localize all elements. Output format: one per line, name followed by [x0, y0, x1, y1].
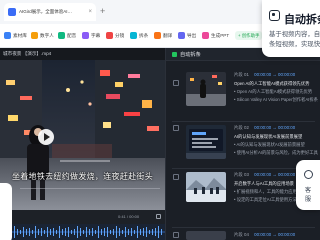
video-subtitle: 坐着地铁去纽约做发烧，连夜赶赴街头	[11, 172, 154, 181]
toolbar-item-split[interactable]: 拆条	[130, 32, 148, 39]
segment-divider	[172, 168, 315, 169]
toolbar-item-translate[interactable]: 翻译	[154, 32, 172, 39]
segment-headline: Open AI的人工智能AI模式获得领先优势	[234, 81, 310, 86]
toolbar-item-export[interactable]: 导出	[178, 32, 196, 39]
browser-tab-title: AIGird展示，全面体验AI…	[19, 9, 73, 14]
ppt-icon	[202, 32, 209, 39]
panel-title: 自动拆条	[180, 52, 201, 58]
play-icon	[44, 133, 50, 141]
subtitle-icon	[82, 32, 89, 39]
segment-thumbnail[interactable]	[186, 125, 226, 159]
segment-time: 00:00:00 → 00:00:00	[254, 72, 296, 77]
tooltip-line: 基于视频内容，自	[269, 31, 320, 38]
assets-icon	[4, 32, 11, 39]
play-button[interactable]	[38, 129, 54, 145]
segment-time: 00:00:00 → 00:00:00	[254, 125, 296, 130]
side-tab-card[interactable]	[0, 183, 12, 240]
toolbar-item-voice[interactable]: 配音	[58, 32, 76, 39]
segment-checkbox[interactable]	[173, 125, 179, 131]
feature-tooltip: 自动拆条 基于视频内容，自 条短视频，实现快	[262, 0, 320, 57]
tooltip-title: 自动拆条	[284, 14, 320, 26]
segment-checkbox[interactable]	[173, 232, 179, 238]
storyboard-icon	[106, 32, 113, 39]
segment-divider	[172, 121, 315, 122]
segment-label: 片段 04	[234, 232, 249, 237]
headset-icon	[304, 170, 313, 179]
assistant-badge[interactable]: + 创作助手	[235, 31, 263, 40]
segment-headline: AI的认知与发展现状AI发展前景展望	[234, 134, 303, 139]
split-icon	[130, 32, 137, 39]
export-icon	[178, 32, 185, 39]
close-tab-icon[interactable]: ×	[88, 9, 92, 15]
segment-point: • 使用AI分析AI的前景与风险，成为更好工具	[234, 150, 318, 155]
browser-tab[interactable]: AIGird展示，全面体验AI… ×	[4, 3, 96, 21]
clip-icon	[172, 52, 177, 57]
segment-label: 片段 01	[234, 72, 249, 77]
playback-controls: 0:41 / 00:00	[0, 210, 165, 224]
video-frame[interactable]: 坐着地铁去纽约做发烧，连夜赶赴街头	[0, 60, 165, 210]
translate-icon	[154, 32, 161, 39]
playback-time: 0:41 / 00:00	[118, 214, 140, 219]
segment-point: • AI的认知与发展现状AI发展前景展望	[234, 142, 305, 147]
segment-thumbnail[interactable]	[186, 172, 226, 202]
toolbar-item-avatar[interactable]: 数字人	[31, 32, 54, 39]
new-tab-button[interactable]: +	[100, 6, 105, 16]
clip-segment-4[interactable]: 片段 04 00:00:00 → 00:00:00	[166, 229, 320, 240]
segment-point: • Open AI的人工智能AI模式获得领先优势	[234, 89, 313, 94]
segment-label: 片段 03	[234, 172, 249, 177]
segment-divider	[172, 227, 315, 228]
fullscreen-icon[interactable]	[156, 214, 161, 219]
segment-thumbnail[interactable]	[186, 72, 226, 106]
segment-label: 片段 02	[234, 125, 249, 130]
audio-waveform[interactable]	[0, 224, 165, 240]
segment-time: 00:00:00 → 00:00:00	[254, 172, 296, 177]
night-street-image	[0, 60, 165, 210]
toolbar-item-assets[interactable]: 素材库	[4, 32, 27, 39]
video-file-title: 城市夜景 【演示】.mp4	[3, 51, 52, 56]
toolbar-item-ppt[interactable]: 生成PPT	[202, 32, 229, 39]
segment-time: 00:00:00 → 00:00:00	[254, 232, 296, 237]
toolbar-item-subtitle[interactable]: 字幕	[82, 32, 100, 39]
voice-icon	[58, 32, 65, 39]
segment-checkbox[interactable]	[173, 80, 179, 86]
segment-thumbnail[interactable]	[186, 231, 226, 240]
auto-clip-panel: 自动拆条 片段 01 00:00:00 → 00:00:00 Open AI的人…	[165, 48, 320, 240]
waveform-graphic	[0, 226, 165, 238]
segment-checkbox[interactable]	[173, 174, 179, 180]
tooltip-line: 条短视频，实现快	[269, 41, 320, 48]
avatar-icon	[31, 32, 38, 39]
clip-segment-1[interactable]: 片段 01 00:00:00 → 00:00:00 Open AI的人工智能AI…	[166, 66, 320, 122]
segment-point: • Silicon Valley AI Vision Paper创作者AI拆条优…	[234, 97, 318, 102]
clip-feature-icon	[269, 10, 280, 21]
support-button[interactable]: 客 服	[296, 160, 320, 210]
support-label: 服	[305, 197, 312, 203]
support-label: 客	[305, 188, 312, 194]
toolbar-item-storyboard[interactable]: 分镜	[106, 32, 124, 39]
video-panel: 城市夜景 【演示】.mp4 坐着地铁去纽约做发烧，连夜赶赴街头 0:41 / 0…	[0, 48, 165, 240]
app-logo-icon	[8, 8, 16, 16]
